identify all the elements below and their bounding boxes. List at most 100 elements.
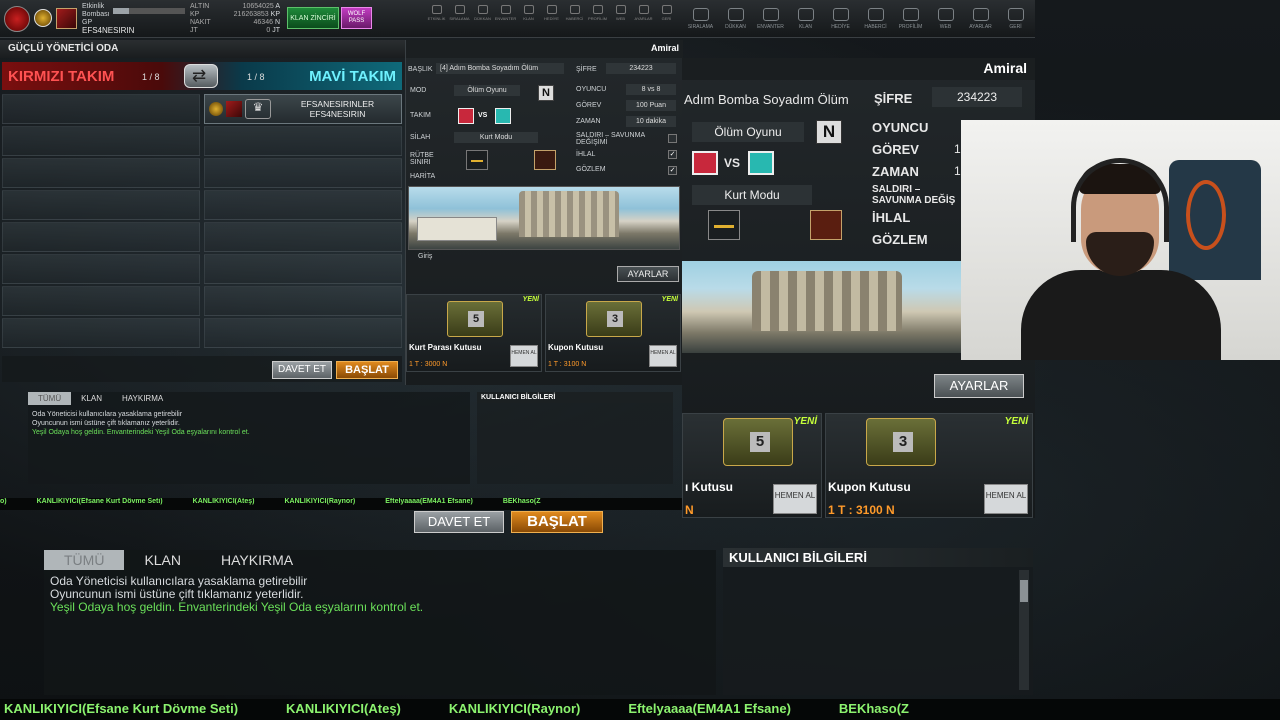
- player-slot-empty[interactable]: [2, 286, 200, 316]
- settings-button[interactable]: AYARLAR: [617, 266, 679, 282]
- klan-chain-button[interactable]: KLAN ZİNCİRİ: [287, 7, 339, 29]
- news-ticker: KANLIKIYICI(Efsane Kurt Dövme Seti) KANLI…: [0, 699, 1280, 720]
- menu-item-small[interactable]: AYARLAR: [632, 5, 655, 21]
- team-label: TAKIM: [410, 112, 431, 119]
- player-count-select[interactable]: 8 vs 8: [626, 84, 676, 95]
- weapon-select[interactable]: Kurt Modu: [454, 132, 538, 143]
- zoom-weapon-select[interactable]: Kurt Modu: [692, 185, 812, 205]
- menu-item-small[interactable]: HEDİYE: [540, 5, 563, 21]
- zoom-shop-item-card[interactable]: YENİ 5 ı Kutusu N HEMEN AL: [682, 413, 822, 518]
- zoom-map-preview[interactable]: [682, 261, 962, 353]
- player-slot-empty[interactable]: [204, 222, 402, 252]
- menu-item[interactable]: DÜKKAN: [718, 8, 753, 30]
- menu-item[interactable]: ENVANTER: [753, 8, 788, 30]
- zoom-red-team-emblem-icon[interactable]: [692, 151, 718, 175]
- chat-line-welcome: Yeşil Odaya hoş geldin. Envanterindeki Y…: [32, 429, 250, 436]
- time-select[interactable]: 10 dakika: [626, 116, 676, 127]
- map-preview[interactable]: [408, 186, 680, 250]
- zoom-rank-limit-max-icon[interactable]: [810, 210, 842, 240]
- menu-item[interactable]: KLAN: [788, 8, 823, 30]
- zoom-invite-button[interactable]: DAVET ET: [414, 511, 504, 533]
- player-slot-empty[interactable]: [204, 126, 402, 156]
- menu-item-small[interactable]: ENVANTER: [494, 5, 517, 21]
- menu-icon: [1007, 8, 1024, 21]
- stat-label: KP: [190, 11, 200, 18]
- zoom-blue-team-emblem-icon[interactable]: [748, 151, 774, 175]
- zoom-mode-select[interactable]: Ölüm Oyunu: [692, 122, 804, 142]
- item-title: ı Kutusu: [685, 480, 733, 494]
- buy-now-button[interactable]: HEMEN AL: [649, 345, 677, 367]
- buy-now-button[interactable]: HEMEN AL: [773, 484, 817, 514]
- player-slot-filled[interactable]: ♛ EFSANESIRINLER EFS4NESIRIN: [204, 94, 402, 124]
- menu-item-small[interactable]: WEB: [609, 5, 632, 21]
- goal-select[interactable]: 100 Puan: [626, 100, 676, 111]
- zoom-rank-limit-min-icon[interactable]: [708, 210, 740, 240]
- user-info-scrollbar[interactable]: [1019, 570, 1029, 690]
- menu-item[interactable]: GERİ: [998, 8, 1033, 30]
- password-field[interactable]: 234223: [606, 63, 676, 74]
- crate-number: 5: [750, 432, 770, 452]
- wolf-pass-button[interactable]: WOLF PASS: [341, 7, 372, 29]
- menu-item[interactable]: HEDİYE: [823, 8, 858, 30]
- player-slot-empty[interactable]: [204, 158, 402, 188]
- item-price: 1 T : 3000 N: [409, 361, 448, 368]
- menu-item-small[interactable]: PROFİLİM: [586, 5, 609, 21]
- buy-now-button[interactable]: HEMEN AL: [984, 484, 1028, 514]
- menu-icon: [592, 5, 603, 14]
- zoom-chat-tabs: TÜMÜ KLAN HAYKIRMA: [44, 550, 313, 570]
- player-slot-empty[interactable]: [2, 126, 200, 156]
- blue-team-emblem-icon[interactable]: [495, 108, 511, 124]
- player-slot-empty[interactable]: [2, 190, 200, 220]
- player-slot-empty[interactable]: [204, 254, 402, 284]
- new-badge: YENİ: [522, 296, 539, 303]
- menu-item-small[interactable]: ETKİNLİK: [425, 5, 448, 21]
- red-team-emblem-icon[interactable]: [458, 108, 474, 124]
- chat-tab-all[interactable]: TÜMÜ: [28, 392, 72, 405]
- swap-teams-icon[interactable]: [184, 64, 218, 88]
- menu-item-small[interactable]: DÜKKAN: [471, 5, 494, 21]
- menu-item[interactable]: WEB: [928, 8, 963, 30]
- chat-tab-shout[interactable]: HAYKIRMA: [112, 392, 173, 405]
- player-slot-empty[interactable]: [204, 318, 402, 348]
- shop-item-card[interactable]: YENİ 3 Kupon Kutusu 1 T : 3100 N HEMEN A…: [545, 294, 681, 372]
- menu-item[interactable]: SIRALAMA: [683, 8, 718, 30]
- player-slot-empty[interactable]: [2, 222, 200, 252]
- title-label: BAŞLIK: [408, 66, 433, 73]
- menu-item[interactable]: AYARLAR: [963, 8, 998, 30]
- menu-item-small[interactable]: SIRALAMA: [448, 5, 471, 21]
- player-slot-empty[interactable]: [204, 286, 402, 316]
- invite-button[interactable]: DAVET ET: [272, 361, 332, 379]
- rank-limit-max-icon[interactable]: [534, 150, 556, 170]
- player-slot-empty[interactable]: [204, 190, 402, 220]
- menu-item[interactable]: PROFİLİM: [893, 8, 928, 30]
- rank-limit-min-icon[interactable]: [466, 150, 488, 170]
- shop-item-card[interactable]: YENİ 5 Kurt Parası Kutusu 1 T : 3000 N H…: [406, 294, 542, 372]
- room-title-field[interactable]: [4] Adım Bomba Soyadım Ölüm: [436, 63, 564, 74]
- menu-icon: [661, 5, 672, 14]
- buy-now-button[interactable]: HEMEN AL: [510, 345, 538, 367]
- zoom-shop-item-card[interactable]: YENİ 3 Kupon Kutusu 1 T : 3100 N HEMEN A…: [825, 413, 1033, 518]
- zoom-start-button[interactable]: BAŞLAT: [511, 511, 603, 533]
- password-label: ŞİFRE: [576, 66, 597, 73]
- start-button[interactable]: BAŞLAT: [336, 361, 398, 379]
- menu-icon: [902, 8, 919, 21]
- spectate-checkbox[interactable]: ✓: [668, 166, 677, 175]
- menu-item[interactable]: HABERCİ: [858, 8, 893, 30]
- zoom-chat-tab-all[interactable]: TÜMÜ: [44, 550, 125, 570]
- zoom-chat-tab-clan[interactable]: KLAN: [124, 550, 201, 570]
- chat-tab-clan[interactable]: KLAN: [71, 392, 112, 405]
- menu-item-small[interactable]: KLAN: [517, 5, 540, 21]
- mode-select[interactable]: Ölüm Oyunu: [454, 85, 520, 96]
- menu-item-small[interactable]: HABERCİ: [563, 5, 586, 21]
- zoom-settings-button[interactable]: AYARLAR: [934, 374, 1024, 398]
- player-slot-empty[interactable]: [2, 318, 200, 348]
- zoom-chat-tab-shout[interactable]: HAYKIRMA: [201, 550, 313, 570]
- attack-defense-checkbox[interactable]: [668, 134, 677, 143]
- player-slot-empty[interactable]: [2, 158, 200, 188]
- violation-checkbox[interactable]: ✓: [668, 150, 677, 159]
- menu-item-small[interactable]: GERİ: [655, 5, 678, 21]
- zoom-password-field[interactable]: 234223: [932, 87, 1022, 107]
- menu-item-label: DÜKKAN: [474, 16, 491, 21]
- player-slot-empty[interactable]: [2, 94, 200, 124]
- player-slot-empty[interactable]: [2, 254, 200, 284]
